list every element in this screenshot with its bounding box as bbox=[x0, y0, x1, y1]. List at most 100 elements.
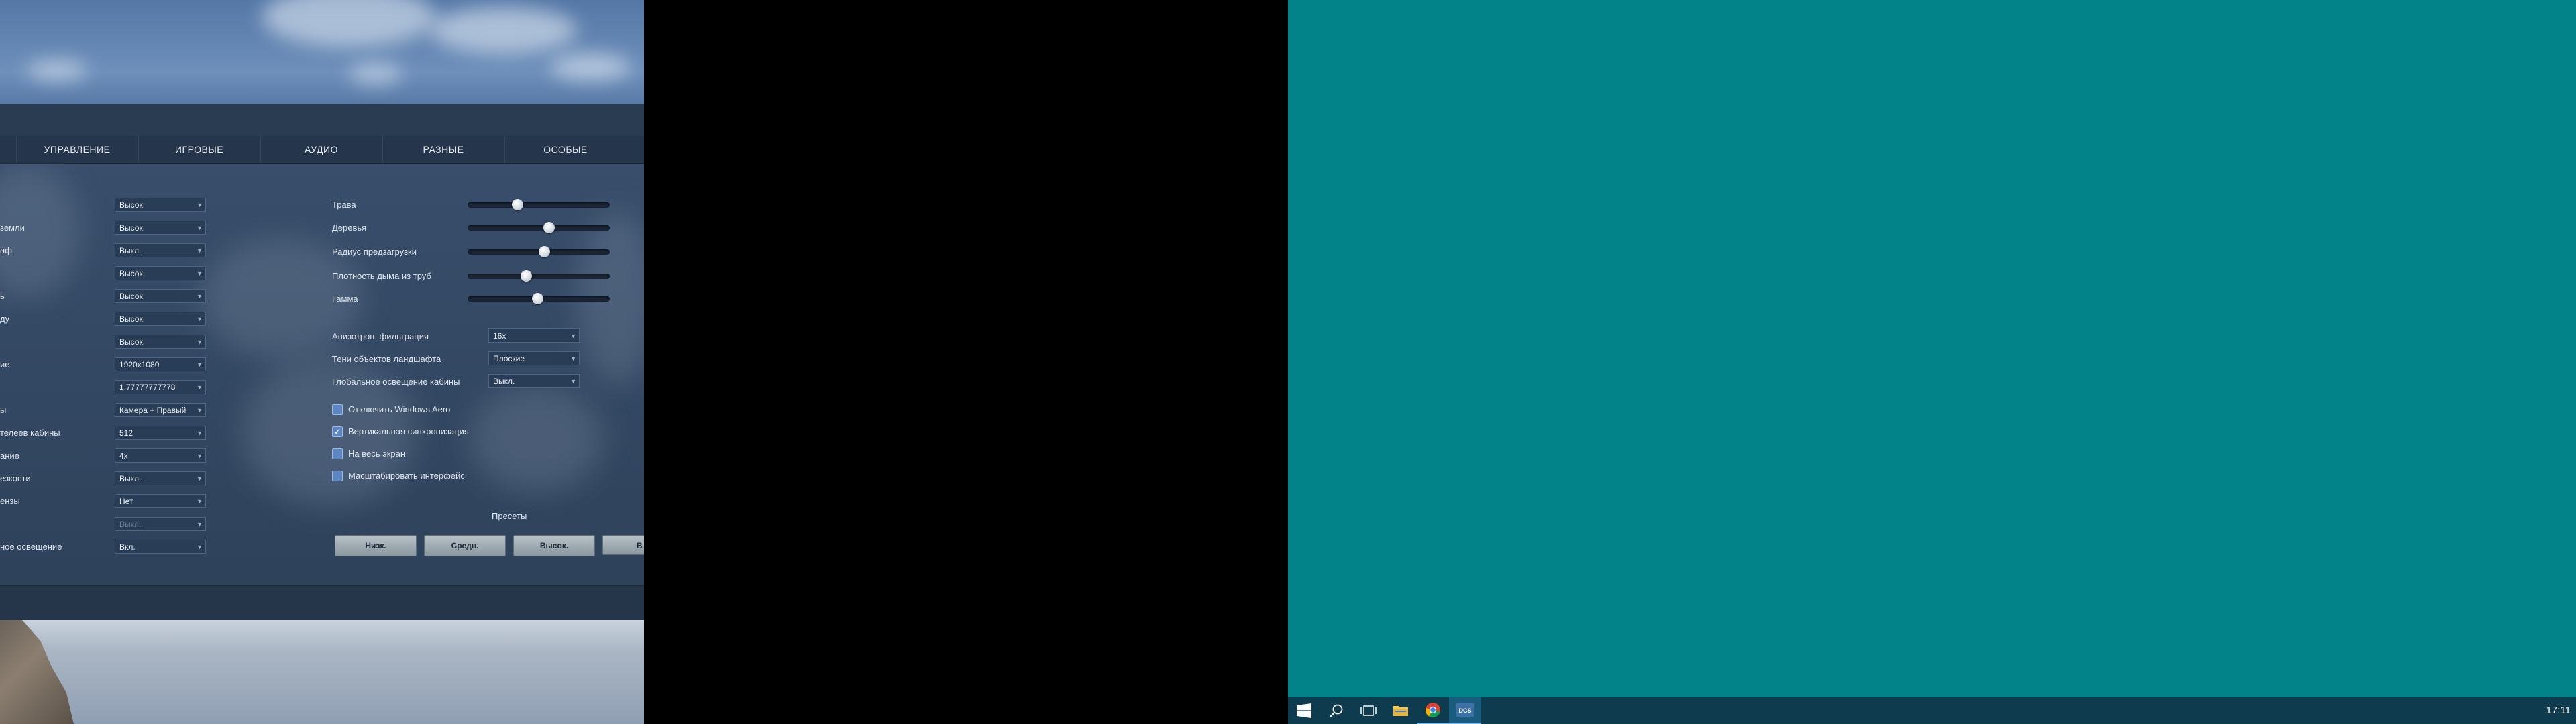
setting-dropdown[interactable]: Нет ▼ bbox=[115, 494, 206, 508]
checkbox-box[interactable] bbox=[332, 471, 343, 481]
chevron-down-icon: ▼ bbox=[197, 384, 203, 391]
chevron-down-icon: ▼ bbox=[197, 361, 203, 368]
landscape-background bbox=[0, 620, 644, 724]
dropdown-value: Высок. bbox=[119, 223, 146, 233]
preload-radius-slider[interactable] bbox=[468, 246, 610, 257]
dropdown-value: Вкл. bbox=[119, 542, 136, 552]
smoke-density-slider[interactable] bbox=[468, 270, 610, 282]
tab-audio[interactable]: АУДИО bbox=[260, 136, 382, 163]
chevron-down-icon: ▼ bbox=[197, 544, 203, 550]
preset-medium-button[interactable]: Средн. bbox=[424, 535, 506, 556]
task-view-icon bbox=[1360, 705, 1377, 716]
setting-label: ь bbox=[0, 291, 5, 301]
setting-dropdown[interactable]: Выкл. ▼ bbox=[115, 243, 206, 257]
dropdown-value: Выкл. bbox=[119, 474, 142, 483]
chrome-icon bbox=[1425, 703, 1440, 718]
chevron-down-icon: ▼ bbox=[197, 293, 203, 300]
slider-label-smoke-density: Плотность дыма из труб bbox=[332, 271, 431, 281]
search-button[interactable] bbox=[1320, 697, 1352, 724]
setting-dropdown[interactable]: Высок. ▼ bbox=[115, 198, 206, 212]
checkbox-box[interactable] bbox=[332, 404, 343, 415]
checkbox-box[interactable] bbox=[332, 448, 343, 459]
preset-very-high-button[interactable]: В bbox=[602, 535, 644, 555]
rock-cliff bbox=[0, 620, 74, 724]
cockpit-gi-label: Глобальное освещение кабины bbox=[332, 377, 460, 387]
dropdown-value: Нет bbox=[119, 497, 133, 506]
setting-label: земли bbox=[0, 223, 25, 233]
gamma-slider[interactable] bbox=[468, 293, 610, 304]
checkbox-box[interactable]: ✓ bbox=[332, 426, 343, 437]
folder-icon bbox=[1393, 706, 1408, 716]
setting-label: ы bbox=[0, 405, 7, 415]
dcs-taskbar-button[interactable]: DCS bbox=[1449, 697, 1481, 724]
tab-misc[interactable]: РАЗНЫЕ bbox=[382, 136, 504, 163]
setting-dropdown[interactable]: Высок. ▼ bbox=[115, 335, 206, 349]
presets-title: Пресеты bbox=[492, 511, 527, 521]
search-icon bbox=[1330, 704, 1343, 717]
sky-cloud bbox=[27, 60, 87, 80]
setting-dropdown[interactable]: Высок. ▼ bbox=[115, 266, 206, 280]
preset-high-button[interactable]: Высок. bbox=[513, 535, 595, 556]
setting-dropdown[interactable]: Высок. ▼ bbox=[115, 221, 206, 235]
chevron-down-icon: ▼ bbox=[570, 378, 576, 385]
setting-dropdown[interactable]: Высок. ▼ bbox=[115, 312, 206, 326]
dropdown-value: 1920x1080 bbox=[119, 360, 160, 369]
dropdown-value: Высок. bbox=[119, 269, 146, 278]
slider-thumb[interactable] bbox=[539, 246, 551, 257]
settings-tabs: УПРАВЛЕНИЕ ИГРОВЫЕ АУДИО РАЗНЫЕ ОСОБЫЕ bbox=[0, 136, 644, 164]
setting-dropdown[interactable]: Вкл. ▼ bbox=[115, 540, 206, 554]
dcs-app-icon: DCS bbox=[1456, 703, 1474, 717]
chevron-down-icon: ▼ bbox=[197, 270, 203, 277]
dropdown-value: 1.77777777778 bbox=[119, 383, 176, 392]
grass-slider[interactable] bbox=[468, 199, 610, 210]
windows-start-icon bbox=[1297, 703, 1311, 718]
game-window: УПРАВЛЕНИЕ ИГРОВЫЕ АУДИО РАЗНЫЕ ОСОБЫЕ В… bbox=[0, 0, 644, 724]
resolution-dropdown[interactable]: 1920x1080 ▼ bbox=[115, 357, 206, 371]
setting-dropdown[interactable]: 512 ▼ bbox=[115, 426, 206, 440]
slider-thumb[interactable] bbox=[543, 222, 555, 233]
aspect-ratio-dropdown[interactable]: 1.77777777778 ▼ bbox=[115, 380, 206, 394]
terrain-shadows-dropdown[interactable]: Плоские ▼ bbox=[488, 351, 580, 365]
sky-cloud bbox=[262, 0, 436, 47]
setting-dropdown[interactable]: Высок. ▼ bbox=[115, 289, 206, 303]
chevron-down-icon: ▼ bbox=[197, 316, 203, 322]
tab-special[interactable]: ОСОБЫЕ bbox=[504, 136, 626, 163]
setting-dropdown[interactable]: Выкл. ▼ bbox=[115, 471, 206, 485]
chevron-down-icon: ▼ bbox=[197, 498, 203, 505]
slider-thumb[interactable] bbox=[531, 293, 543, 304]
setting-dropdown[interactable]: Камера + Правый ▼ bbox=[115, 403, 206, 417]
setting-label: телеев кабины bbox=[0, 428, 60, 438]
preset-low-button[interactable]: Низк. bbox=[335, 535, 417, 556]
dropdown-value: 512 bbox=[119, 428, 133, 438]
chevron-down-icon: ▼ bbox=[570, 333, 576, 339]
setting-dropdown[interactable]: 4x ▼ bbox=[115, 448, 206, 463]
setting-label: аф. bbox=[0, 245, 15, 255]
slider-thumb[interactable] bbox=[512, 199, 524, 210]
terrain-shadows-label: Тени объектов ландшафта bbox=[332, 354, 441, 364]
slider-thumb[interactable] bbox=[520, 270, 532, 282]
dropdown-value: Высок. bbox=[119, 200, 146, 210]
task-view-button[interactable] bbox=[1352, 697, 1385, 724]
slider-label-preload-radius: Радиус предзагрузки bbox=[332, 247, 417, 257]
dropdown-value: Высок. bbox=[119, 314, 146, 324]
anisotropic-dropdown[interactable]: 16x ▼ bbox=[488, 328, 580, 343]
chrome-button[interactable] bbox=[1417, 697, 1449, 724]
trees-slider[interactable] bbox=[468, 222, 610, 233]
dropdown-value: Выкл. bbox=[119, 520, 142, 529]
chevron-down-icon: ▼ bbox=[197, 247, 203, 254]
setting-label: езкости bbox=[0, 473, 31, 483]
setting-label: ание bbox=[0, 450, 19, 461]
desktop: DCS 17:11 bbox=[1288, 0, 2576, 724]
chevron-down-icon: ▼ bbox=[197, 521, 203, 528]
cockpit-gi-dropdown[interactable]: Выкл. ▼ bbox=[488, 374, 580, 388]
checkbox-label: Масштабировать интерфейс bbox=[348, 471, 465, 481]
clock[interactable]: 17:11 bbox=[2546, 697, 2571, 724]
tab-controls[interactable]: УПРАВЛЕНИЕ bbox=[16, 136, 138, 163]
slider-label-grass: Трава bbox=[332, 200, 356, 210]
tab-gameplay[interactable]: ИГРОВЫЕ bbox=[138, 136, 260, 163]
sky-cloud bbox=[349, 64, 402, 84]
file-explorer-button[interactable] bbox=[1385, 697, 1417, 724]
chevron-down-icon: ▼ bbox=[197, 339, 203, 345]
setting-dropdown-disabled: Выкл. ▼ bbox=[115, 517, 206, 531]
start-button[interactable] bbox=[1288, 697, 1320, 724]
